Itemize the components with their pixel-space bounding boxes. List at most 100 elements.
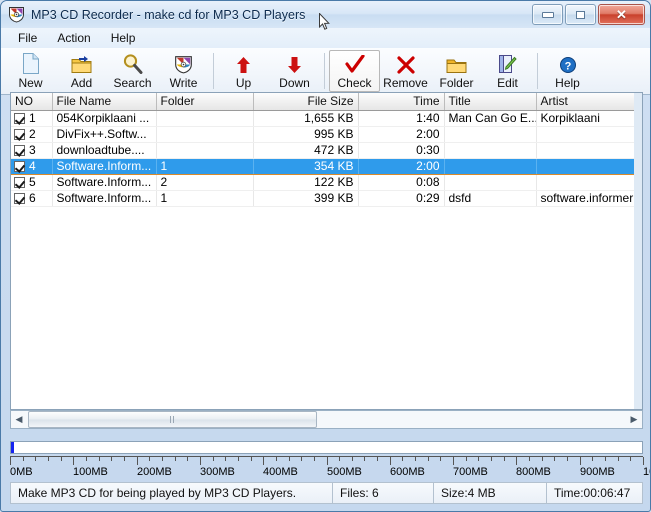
row-file-size: 995 KB [253, 126, 359, 143]
toolbar-button-remove[interactable]: Remove [380, 50, 431, 92]
row-no-cell[interactable]: 6 [11, 190, 53, 207]
toolbar-label-new: New [18, 76, 43, 90]
table-header-row: NO File Name Folder File Size Time Title… [11, 93, 642, 111]
toolbar-button-help[interactable]: ? Help [542, 50, 593, 92]
ruler-tick [301, 457, 302, 461]
ruler-tick [554, 457, 555, 461]
ruler-label: 200MB [137, 466, 172, 478]
mp3-cd-recorder-icon [8, 6, 25, 23]
row-file-size: 399 KB [253, 190, 359, 207]
column-header-file-size[interactable]: File Size [253, 93, 359, 111]
toolbar-button-add[interactable]: Add [56, 50, 107, 92]
row-time: 0:08 [358, 174, 445, 191]
row-file-name: DivFix++.Softw... [52, 126, 157, 143]
minimize-icon [541, 11, 554, 18]
ruler-tick [516, 457, 517, 465]
menu-item-action[interactable]: Action [48, 29, 99, 47]
toolbar-button-edit[interactable]: Edit [482, 50, 533, 92]
file-table: NO File Name Folder File Size Time Title… [11, 93, 642, 207]
row-checkbox[interactable] [14, 113, 25, 124]
toolbar-button-down[interactable]: Down [269, 50, 320, 92]
toolbar-label-help: Help [555, 76, 580, 90]
column-header-no[interactable]: NO [11, 93, 53, 111]
row-no-cell[interactable]: 3 [11, 142, 53, 159]
ruler-tick [149, 457, 150, 461]
ruler-tick [10, 457, 11, 465]
ruler-tick [251, 457, 252, 461]
table-row[interactable]: 2 DivFix++.Softw... 995 KB 2:00 [11, 126, 642, 143]
toolbar-button-folder[interactable]: Folder [431, 50, 482, 92]
ruler-tick [491, 457, 492, 461]
row-time: 1:40 [358, 110, 445, 127]
row-checkbox[interactable] [14, 177, 25, 188]
row-no: 1 [29, 111, 36, 125]
row-no-cell[interactable]: 2 [11, 126, 53, 143]
row-title [444, 142, 537, 159]
horizontal-scrollbar[interactable]: ◀ ▶ [10, 410, 643, 429]
column-header-folder[interactable]: Folder [156, 93, 254, 111]
close-button[interactable]: ✕ [598, 4, 645, 25]
maximize-button[interactable] [565, 4, 596, 25]
column-header-title[interactable]: Title [444, 93, 537, 111]
row-artist [536, 126, 637, 143]
capacity-ruler: 0MB 100MB 200MB 300MB 400MB 500MB 600MB 700MB 80… [10, 456, 650, 481]
ruler-tick [35, 457, 36, 461]
row-file-size: 354 KB [253, 158, 359, 175]
menu-bar: File Action Help [1, 28, 650, 48]
table-row-selected[interactable]: 4 Software.Inform... 1 354 KB 2:00 [11, 158, 642, 175]
row-no-cell[interactable]: 1 [11, 110, 53, 127]
row-title [444, 158, 537, 175]
application-window: MP3 CD Recorder - make cd for MP3 CD Pla… [0, 0, 651, 512]
ruler-tick [352, 457, 353, 461]
toolbar-label-edit: Edit [497, 76, 518, 90]
toolbar-button-check[interactable]: Check [329, 50, 380, 92]
row-time: 0:29 [358, 190, 445, 207]
toolbar-button-write[interactable]: Write [158, 50, 209, 92]
row-artist: software.informer [536, 190, 637, 207]
ruler-tick [327, 457, 328, 465]
ruler-tick [225, 457, 226, 461]
table-row[interactable]: 6 Software.Inform... 1 399 KB 0:29 dsfd … [11, 190, 642, 207]
toolbar-label-down: Down [279, 76, 310, 90]
window-controls: ✕ [532, 4, 645, 25]
row-checkbox[interactable] [14, 145, 25, 156]
file-list-view[interactable]: NO File Name Folder File Size Time Title… [10, 92, 643, 410]
arrow-up-icon [236, 52, 251, 74]
row-title: dsfd [444, 190, 537, 207]
toolbar-label-remove: Remove [383, 76, 428, 90]
column-header-artist[interactable]: Artist [536, 93, 637, 111]
row-time: 0:30 [358, 142, 445, 159]
toolbar-button-up[interactable]: Up [218, 50, 269, 92]
row-file-name: Software.Inform... [52, 174, 157, 191]
scrollbar-thumb[interactable] [28, 411, 317, 428]
row-checkbox[interactable] [14, 129, 25, 140]
column-header-time[interactable]: Time [358, 93, 445, 111]
scrollbar-grip-icon [169, 416, 176, 423]
row-checkbox[interactable] [14, 193, 25, 204]
row-no: 4 [29, 159, 36, 173]
menu-item-help[interactable]: Help [102, 29, 145, 47]
minimize-button[interactable] [532, 4, 563, 25]
toolbar-button-search[interactable]: Search [107, 50, 158, 92]
row-no-cell[interactable]: 4 [11, 158, 53, 175]
ruler-label: 400MB [263, 466, 298, 478]
row-checkbox[interactable] [14, 161, 25, 172]
row-no-cell[interactable]: 5 [11, 174, 53, 191]
scroll-left-arrow[interactable]: ◀ [11, 411, 27, 428]
scroll-right-arrow[interactable]: ▶ [626, 411, 642, 428]
row-artist: Korpiklaani [536, 110, 637, 127]
toolbar-separator-1 [213, 53, 214, 89]
table-row[interactable]: 3 downloadtube.... 472 KB 0:30 [11, 142, 642, 159]
ruler-tick [504, 457, 505, 461]
row-folder: 1 [156, 158, 254, 175]
menu-item-file[interactable]: File [9, 29, 46, 47]
row-folder [156, 126, 254, 143]
toolbar-button-new[interactable]: New [5, 50, 56, 92]
column-header-file-name[interactable]: File Name [52, 93, 157, 111]
ruler-tick [402, 457, 403, 461]
table-row[interactable]: 5 Software.Inform... 2 122 KB 0:08 [11, 174, 642, 191]
ruler-label: 500MB [327, 466, 362, 478]
table-row[interactable]: 1 054Korpiklaani ... 1,655 KB 1:40 Man C… [11, 110, 642, 127]
cross-icon [396, 52, 415, 74]
ruler-tick [377, 457, 378, 461]
